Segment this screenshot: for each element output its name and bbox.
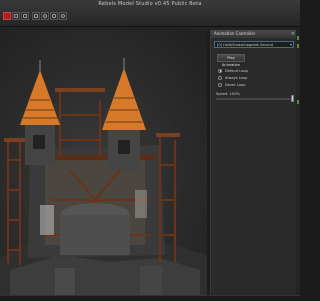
speed-slider-thumb[interactable] xyxy=(291,95,294,102)
loop-option-default[interactable]: Default Loop xyxy=(218,68,248,74)
camera-icon[interactable] xyxy=(41,12,49,20)
round-tower xyxy=(60,215,130,255)
radio-icon xyxy=(218,68,222,73)
close-panel-icon[interactable]: × xyxy=(291,30,295,38)
speed-slider-track[interactable] xyxy=(216,98,294,100)
header-divider xyxy=(0,26,300,27)
speed-label: Speed: 100% xyxy=(216,92,240,96)
app-window: Rebels Model Studio v0.45 Public Beta An… xyxy=(0,0,300,301)
loop-option-never[interactable]: Never Loop xyxy=(218,82,245,88)
platform xyxy=(156,133,180,137)
animation-select[interactable]: [0] Hold/Shake/Upgrade Second ▾ xyxy=(214,41,294,48)
loop-option-label: Never Loop xyxy=(225,83,246,87)
animation-controller-panel: Animation Controller × [0] Hold/Shake/Up… xyxy=(210,30,297,295)
dock-tab[interactable] xyxy=(297,36,299,40)
loop-option-always[interactable]: Always Loop xyxy=(218,75,247,81)
platform xyxy=(55,88,105,92)
settings-icon[interactable] xyxy=(59,12,67,20)
radio-icon xyxy=(218,75,222,80)
play-animation-button[interactable]: Play Animation xyxy=(217,54,245,67)
tower-window xyxy=(118,140,130,154)
dock-tab[interactable] xyxy=(297,44,299,48)
left-tower-roof xyxy=(20,70,60,125)
panel-title-text: Animation Controller xyxy=(214,31,256,36)
close-icon[interactable] xyxy=(3,12,11,20)
tower-window xyxy=(33,135,45,149)
open-icon[interactable] xyxy=(21,12,29,20)
chevron-down-icon: ▾ xyxy=(289,42,292,47)
window-title: Rebels Model Studio v0.45 Public Beta xyxy=(98,1,202,7)
animation-select-value: [0] Hold/Shake/Upgrade Second xyxy=(217,43,273,47)
loop-option-label: Default Loop xyxy=(225,69,248,73)
dock-tab[interactable] xyxy=(297,100,299,104)
panel-title: Animation Controller × xyxy=(211,30,297,38)
title-bar: Rebels Model Studio v0.45 Public Beta xyxy=(0,0,300,27)
wall-plaster xyxy=(135,190,147,218)
stone-block xyxy=(55,268,75,295)
platform xyxy=(4,138,26,142)
radio-icon xyxy=(218,82,222,87)
right-dock-strip xyxy=(296,30,300,295)
right-tower-roof xyxy=(102,68,146,130)
wall-plaster xyxy=(40,205,54,235)
castle-model xyxy=(0,58,207,295)
grid-icon[interactable] xyxy=(32,12,40,20)
stone-block xyxy=(140,266,162,295)
save-icon[interactable] xyxy=(12,12,20,20)
status-bar xyxy=(0,295,300,301)
light-icon[interactable] xyxy=(50,12,58,20)
3d-viewport[interactable] xyxy=(0,30,208,295)
loop-option-label: Always Loop xyxy=(225,76,248,80)
